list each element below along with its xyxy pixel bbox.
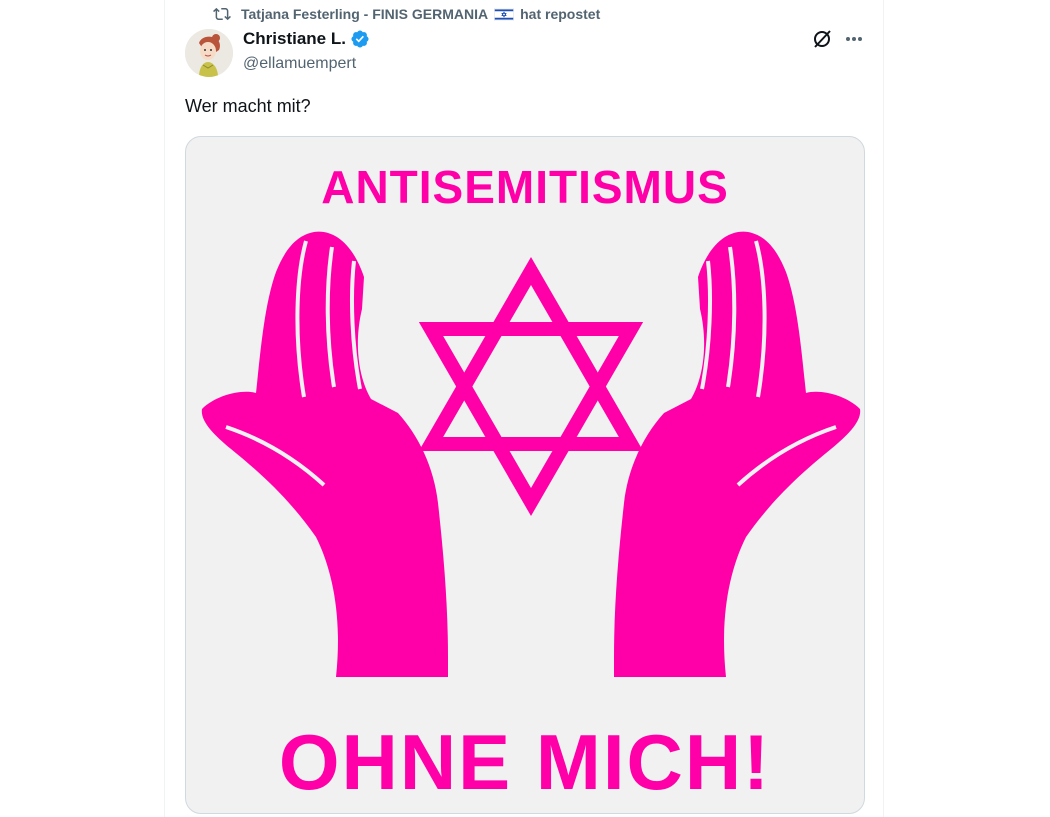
repost-suffix: hat repostet — [520, 6, 601, 22]
image-footline: OHNE MICH! — [278, 718, 772, 806]
avatar-illustration — [185, 29, 233, 77]
star-of-david-icon — [418, 257, 644, 516]
more-icon — [846, 37, 862, 41]
tweet-image[interactable]: ANTISEMITISMUS OHNE MICH! — [185, 136, 865, 814]
tweet-card[interactable]: Tatjana Festerling - FINIS GERMANIA hat … — [164, 0, 884, 817]
author-handle[interactable]: @ellamuempert — [243, 55, 356, 73]
grok-button[interactable] — [811, 28, 833, 50]
author-name-text[interactable]: Christiane L. — [243, 29, 346, 49]
reposter-name[interactable]: Tatjana Festerling - FINIS GERMANIA — [241, 6, 488, 22]
verified-badge-icon — [351, 30, 369, 48]
author-name[interactable]: Christiane L. — [243, 29, 370, 49]
right-hand-icon — [614, 231, 861, 677]
israel-flag-icon — [494, 7, 514, 21]
repost-icon — [213, 7, 231, 21]
image-headline: ANTISEMITISMUS — [321, 161, 729, 213]
left-hand-icon — [201, 231, 448, 677]
tweet-text: Wer macht mit? — [185, 96, 311, 116]
more-button[interactable] — [841, 26, 867, 52]
repost-indicator[interactable]: Tatjana Festerling - FINIS GERMANIA hat … — [213, 5, 600, 23]
image-artwork — [201, 231, 861, 677]
grok-icon — [814, 30, 831, 48]
avatar[interactable] — [185, 29, 233, 77]
